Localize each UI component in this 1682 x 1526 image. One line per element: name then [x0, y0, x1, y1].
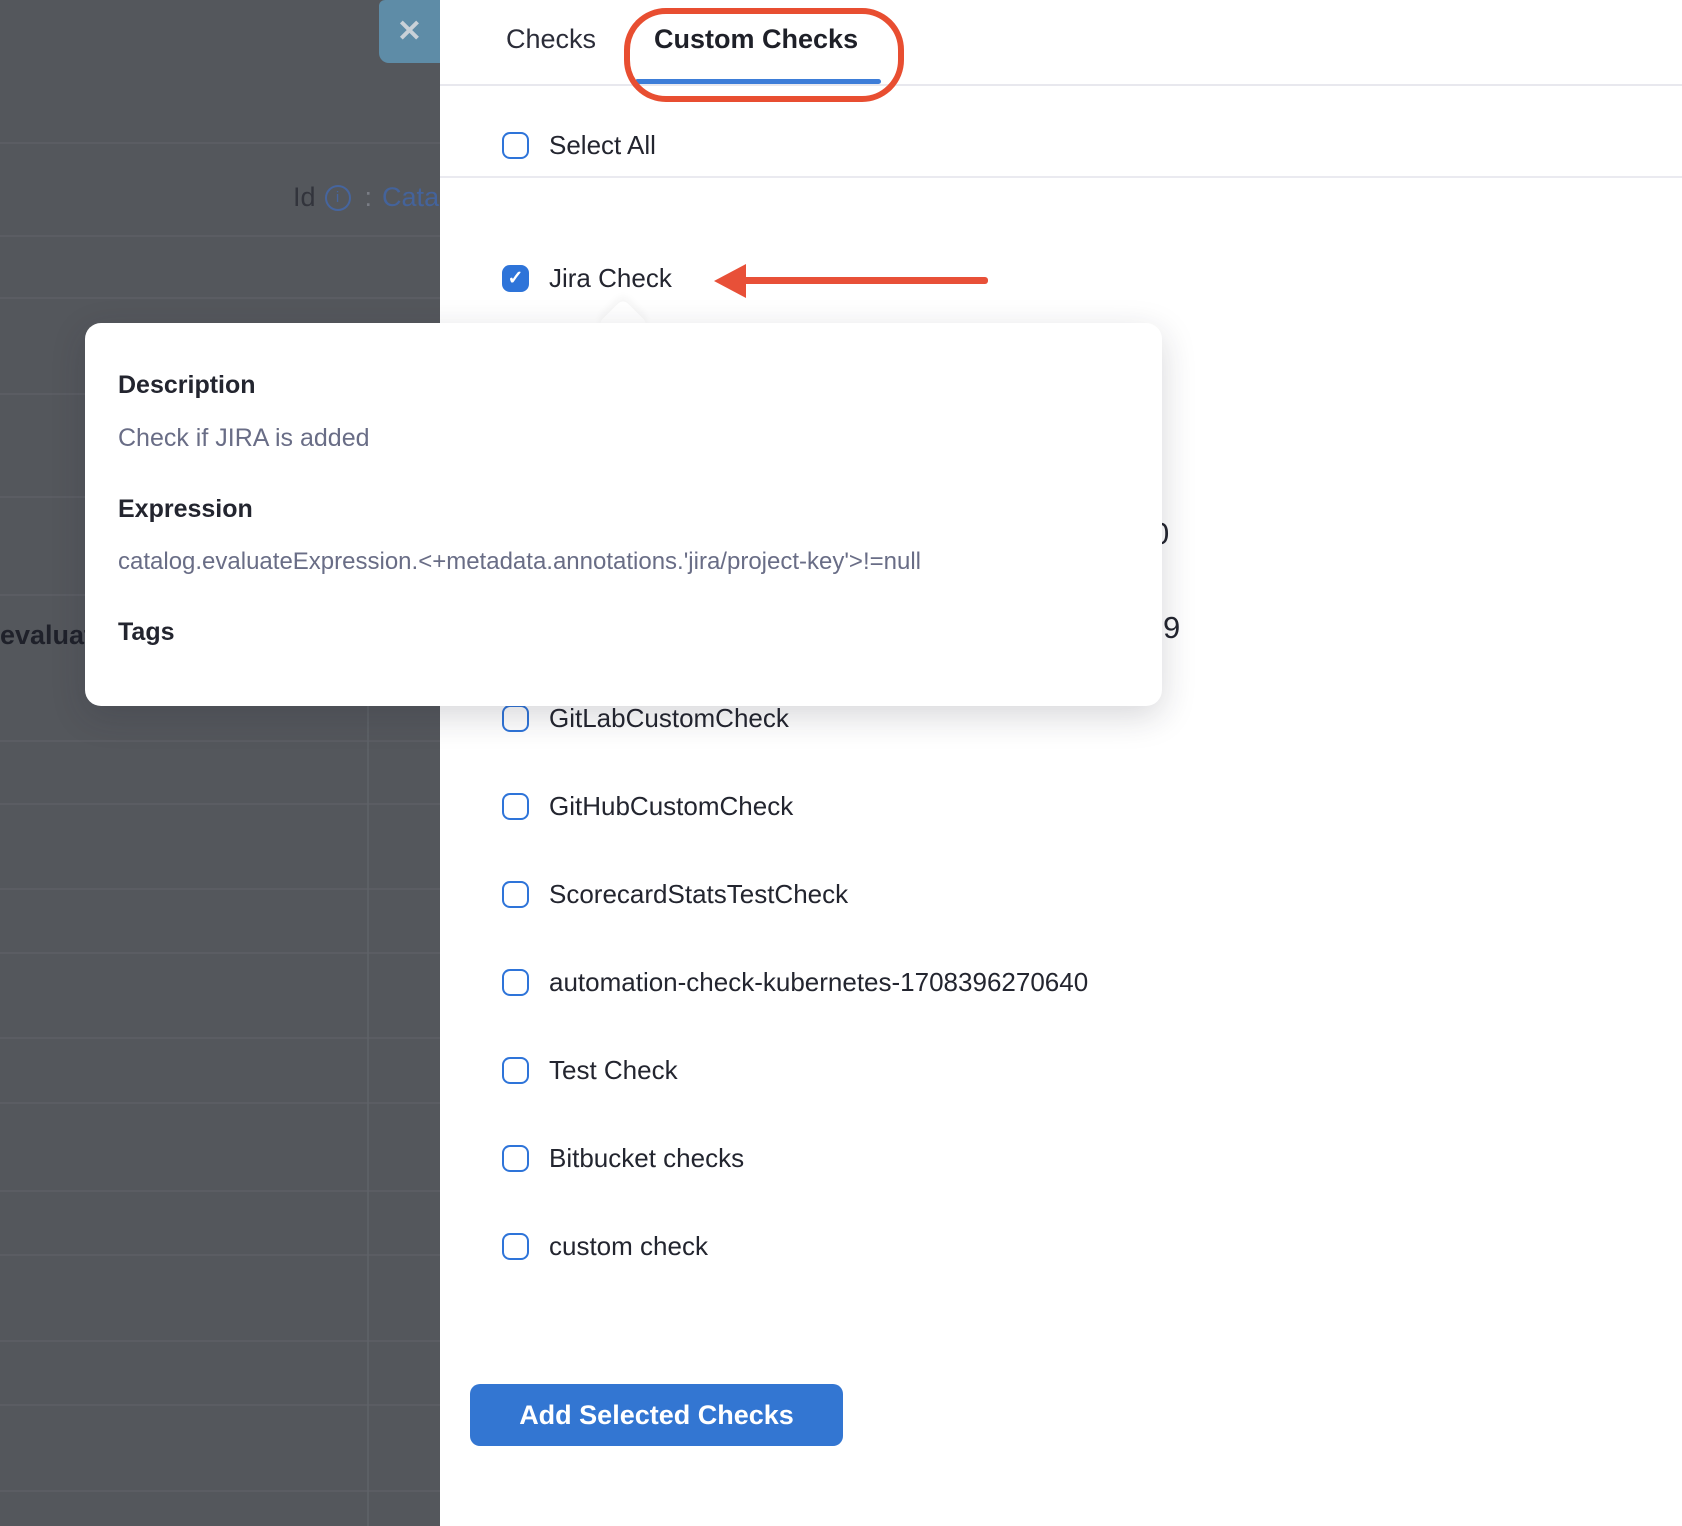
- table-header-fragment: Id i : Cata: [293, 182, 439, 213]
- check-label: Test Check: [549, 1055, 678, 1086]
- table-row-line: [0, 888, 440, 890]
- occluded-row-fragment: 9: [1163, 610, 1180, 646]
- tab-custom-checks[interactable]: Custom Checks: [652, 16, 860, 63]
- checkbox[interactable]: [502, 1145, 529, 1172]
- checks-list: GitLabCustomCheck GitHubCustomCheck Scorec…: [502, 674, 1088, 1290]
- check-label: GitLabCustomCheck: [549, 703, 789, 734]
- dimmed-background-table: Id i : Cata evaluat: [0, 0, 440, 1526]
- select-all-label: Select All: [549, 130, 656, 161]
- table-row-line: [0, 803, 440, 805]
- check-label: ScorecardStatsTestCheck: [549, 879, 848, 910]
- description-text: Check if JIRA is added: [118, 424, 1129, 453]
- expression-text: catalog.evaluateExpression.<+metadata.an…: [118, 548, 1129, 576]
- close-button[interactable]: ✕: [379, 0, 440, 63]
- check-row[interactable]: Jira Check: [502, 250, 672, 306]
- check-label: custom check: [549, 1231, 708, 1262]
- checkbox-checked[interactable]: [502, 265, 529, 292]
- check-row[interactable]: custom check: [502, 1202, 1088, 1290]
- tab-bar-divider: [440, 84, 1682, 86]
- select-all-row[interactable]: Select All: [502, 118, 656, 172]
- header-value-fragment: Cata: [382, 182, 439, 213]
- table-row-line: [0, 1490, 440, 1492]
- table-cell-fragment: evaluat: [0, 620, 93, 651]
- check-row[interactable]: GitHubCustomCheck: [502, 762, 1088, 850]
- annotation-arrow-line: [740, 277, 988, 284]
- tags-label: Tags: [118, 618, 1129, 647]
- table-row-line: [0, 952, 440, 954]
- add-selected-checks-button[interactable]: Add Selected Checks: [470, 1384, 843, 1446]
- table-row-line: [0, 142, 440, 144]
- table-row-line: [0, 1340, 440, 1342]
- table-row-line: [0, 1102, 440, 1104]
- description-label: Description: [118, 371, 1129, 400]
- check-label: GitHubCustomCheck: [549, 791, 793, 822]
- table-row-line: [0, 1037, 440, 1039]
- check-row[interactable]: automation-check-kubernetes-170839627064…: [502, 938, 1088, 1026]
- table-row-line: [0, 235, 440, 237]
- check-label: Jira Check: [549, 263, 672, 294]
- tab-bar: Checks Custom Checks: [504, 16, 860, 63]
- check-details-tooltip: Description Check if JIRA is added Expre…: [85, 323, 1162, 706]
- active-tab-underline: [635, 79, 881, 84]
- info-icon: i: [325, 185, 351, 211]
- check-row[interactable]: Bitbucket checks: [502, 1114, 1088, 1202]
- table-row-line: [0, 1190, 440, 1192]
- check-row[interactable]: ScorecardStatsTestCheck: [502, 850, 1088, 938]
- check-label: Bitbucket checks: [549, 1143, 744, 1174]
- table-row-line: [0, 297, 440, 299]
- check-row[interactable]: Test Check: [502, 1026, 1088, 1114]
- checkbox[interactable]: [502, 969, 529, 996]
- header-colon: :: [365, 182, 373, 213]
- select-all-checkbox[interactable]: [502, 132, 529, 159]
- screen: Id i : Cata evaluat ✕ Checks Custom Chec…: [0, 0, 1682, 1526]
- checkbox[interactable]: [502, 705, 529, 732]
- expression-label: Expression: [118, 495, 1129, 524]
- table-row-line: [0, 740, 440, 742]
- close-icon: ✕: [397, 14, 422, 49]
- checkbox[interactable]: [502, 1057, 529, 1084]
- jira-check-slot: Jira Check: [502, 250, 672, 306]
- tab-checks[interactable]: Checks: [504, 16, 598, 63]
- checkbox[interactable]: [502, 881, 529, 908]
- section-divider: [440, 176, 1682, 178]
- table-row-line: [0, 1254, 440, 1256]
- check-label: automation-check-kubernetes-170839627064…: [549, 967, 1088, 998]
- table-column-divider: [367, 705, 369, 1526]
- checkbox[interactable]: [502, 1233, 529, 1260]
- checkbox[interactable]: [502, 793, 529, 820]
- id-column-label: Id: [293, 182, 316, 213]
- table-row-line: [0, 1404, 440, 1406]
